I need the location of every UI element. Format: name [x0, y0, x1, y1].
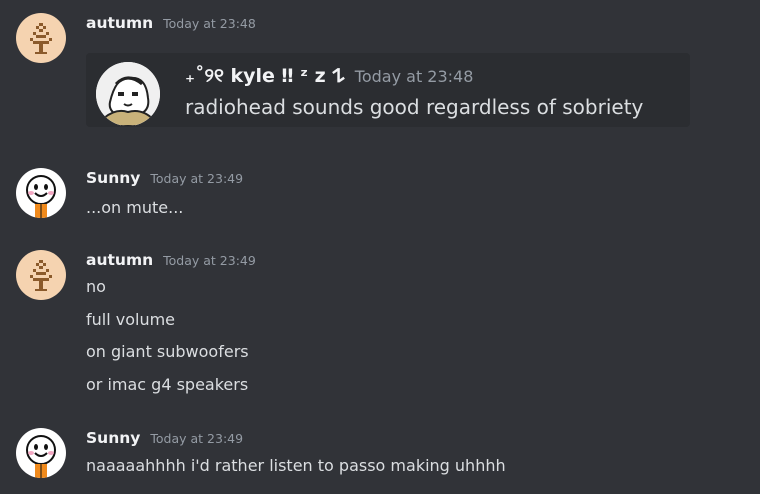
- message-text: no: [86, 277, 106, 296]
- message-text: on giant subwoofers: [86, 342, 249, 361]
- username[interactable]: Sunny: [86, 429, 140, 447]
- username[interactable]: Sunny: [86, 169, 140, 187]
- timestamp[interactable]: Today at 23:49: [163, 253, 256, 268]
- tree-pixel-icon: [16, 13, 66, 63]
- tree-pixel-icon: [16, 250, 66, 300]
- embed-username[interactable]: ₊˚୨୧ kyle ‼ ᶻ z 𐰁: [185, 62, 345, 88]
- smiley-face-icon: [16, 428, 66, 478]
- quoted-message-embed[interactable]: ₊˚୨୧ kyle ‼ ᶻ z 𐰁 Today at 23:48 radiohe…: [86, 53, 690, 127]
- username[interactable]: autumn: [86, 251, 153, 269]
- autumn-avatar[interactable]: [16, 250, 66, 300]
- embed-timestamp[interactable]: Today at 23:48: [355, 67, 474, 86]
- message-text: naaaaahhhh i'd rather listen to passo ma…: [86, 456, 506, 475]
- message-header: Sunny Today at 23:49: [86, 169, 243, 187]
- kyle-avatar[interactable]: [96, 62, 160, 126]
- sunny-avatar[interactable]: [16, 168, 66, 218]
- message-header: autumn Today at 23:48: [86, 14, 256, 32]
- embed-message-text: radiohead sounds good regardless of sobr…: [185, 95, 644, 119]
- chat-message-list: autumn Today at 23:48 ₊˚୨୧ kyle ‼ ᶻ z 𐰁 …: [0, 0, 760, 494]
- embed-header: ₊˚୨୧ kyle ‼ ᶻ z 𐰁 Today at 23:48: [185, 62, 473, 88]
- message-text: full volume: [86, 310, 176, 329]
- username[interactable]: autumn: [86, 14, 153, 32]
- message-header: autumn Today at 23:49: [86, 251, 256, 269]
- timestamp[interactable]: Today at 23:49: [150, 171, 243, 186]
- smiley-face-icon: [16, 168, 66, 218]
- message-header: Sunny Today at 23:49: [86, 429, 243, 447]
- timestamp[interactable]: Today at 23:48: [163, 16, 256, 31]
- message-text: or imac g4 speakers: [86, 375, 249, 394]
- message-text: ...on mute...: [86, 198, 184, 217]
- cartoon-avatar-icon: [96, 62, 160, 126]
- timestamp[interactable]: Today at 23:49: [150, 431, 243, 446]
- autumn-avatar[interactable]: [16, 13, 66, 63]
- sunny-avatar[interactable]: [16, 428, 66, 478]
